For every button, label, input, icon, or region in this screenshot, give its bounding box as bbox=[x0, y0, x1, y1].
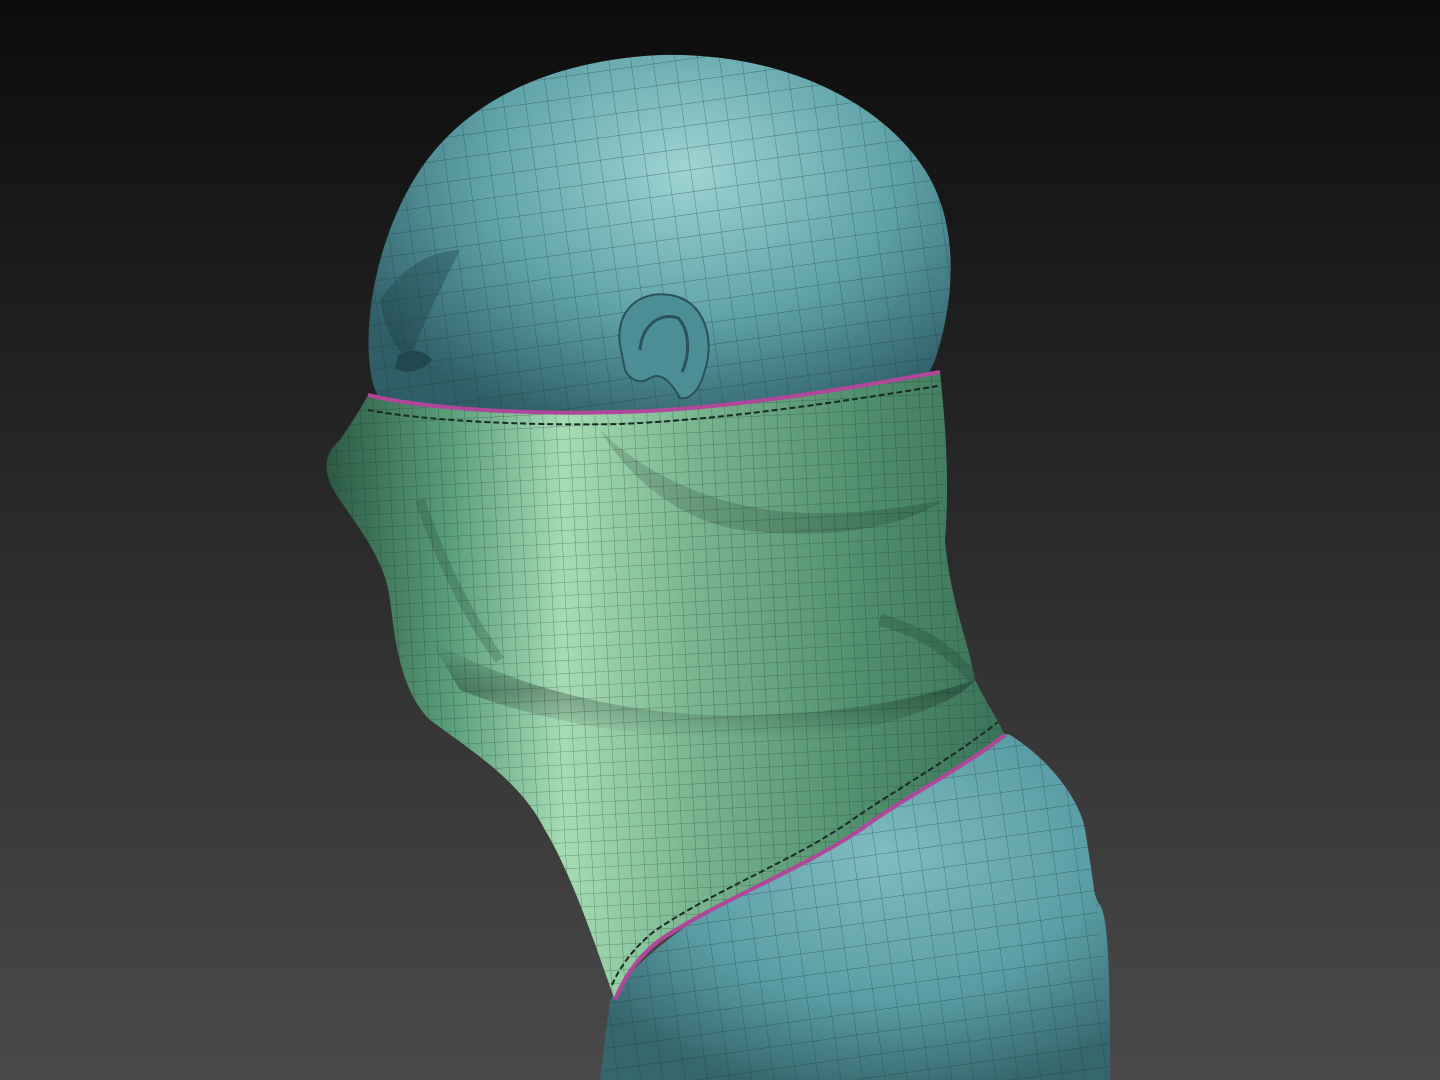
3d-viewport[interactable] bbox=[0, 0, 1440, 1080]
sculpt-render bbox=[0, 0, 1440, 1080]
